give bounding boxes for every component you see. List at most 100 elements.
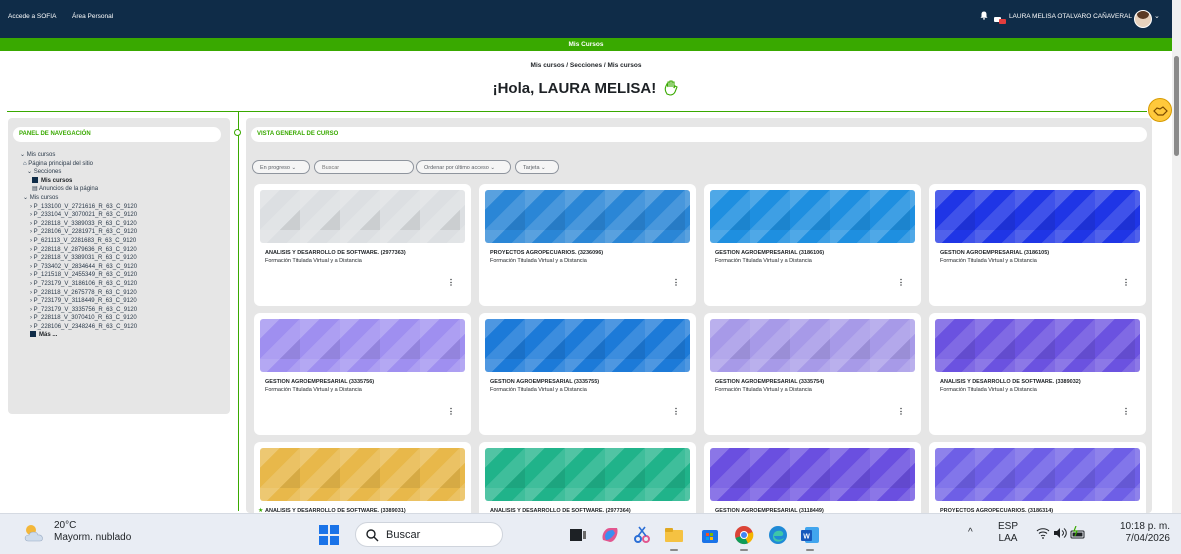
nav-course-item[interactable]: › P_621113_V_2281683_R_63_C_9120 [20,237,137,246]
course-menu-icon[interactable]: ⋮ [1122,278,1130,287]
nav-course-item[interactable]: › P_723179_V_3335756_R_63_C_9120 [20,306,137,315]
course-title[interactable]: ANALISIS Y DESARROLLO DE SOFTWARE. (3389… [940,379,1081,385]
course-title[interactable]: ANALISIS Y DESARROLLO DE SOFTWARE. (2977… [265,250,406,256]
weather-widget[interactable]: 20°C Mayorm. nublado [54,520,131,544]
nav-course-label: P_723179_V_3335756_R_63_C_9120 [33,306,138,313]
course-menu-icon[interactable]: ⋮ [672,278,680,287]
wifi-icon[interactable] [1036,527,1050,539]
breadcrumb[interactable]: Mis cursos / Secciones / Mis cursos [0,62,1172,69]
clock[interactable]: 10:18 p. m. 7/04/2026 [1108,521,1170,545]
nav-course-item[interactable]: › P_228118_V_3389031_R_63_C_9120 [20,254,137,263]
chat-icon[interactable] [994,12,1006,24]
course-image[interactable] [710,319,915,372]
course-image[interactable] [260,448,465,501]
course-menu-icon[interactable]: ⋮ [447,407,455,416]
nav-course-item[interactable]: › P_228118_V_2879636_R_63_C_9120 [20,246,137,255]
nav-course-item[interactable]: › P_723179_V_3118449_R_63_C_9120 [20,297,137,306]
search-input-wrapper[interactable] [314,160,414,174]
course-image[interactable] [710,448,915,501]
edge-icon[interactable] [768,525,788,545]
course-image[interactable] [485,319,690,372]
search-input[interactable] [322,165,407,171]
taskbar-search[interactable]: Buscar [355,522,503,547]
course-card[interactable]: ANALISIS Y DESARROLLO DE SOFTWARE. (3389… [929,313,1146,435]
course-title[interactable]: GESTION AGROEMPRESARIAL (3335754) [715,379,824,385]
course-menu-icon[interactable]: ⋮ [897,407,905,416]
course-card[interactable]: ANALISIS Y DESARROLLO DE SOFTWARE. (2977… [479,442,696,513]
windows-start-icon[interactable] [319,525,339,545]
nav-course-item[interactable]: › P_121518_V_2455349_R_63_C_9120 [20,271,137,280]
nav-announcements[interactable]: ▤ Anuncios de la página [20,185,137,194]
course-image[interactable] [260,190,465,243]
course-image[interactable] [935,190,1140,243]
course-image[interactable] [485,190,690,243]
course-card[interactable]: ANALISIS Y DESARROLLO DE SOFTWARE. (2977… [254,184,471,306]
divider [7,111,1147,112]
help-button[interactable] [1148,98,1172,122]
scrollbar[interactable] [1172,0,1181,513]
nav-root[interactable]: ⌄ Mis cursos [20,151,137,160]
nav-sections[interactable]: ⌄ Secciones [20,168,137,177]
nav-course-item[interactable]: › P_733402_V_2834644_R_63_C_9120 [20,263,137,272]
language-code: ESP [998,521,1019,532]
scrollbar-thumb[interactable] [1174,56,1179,156]
course-title[interactable]: GESTION AGROEMPRESARIAL (3335755) [490,379,599,385]
battery-icon[interactable] [1070,526,1086,540]
word-icon[interactable]: W [800,525,820,545]
nav-course-item[interactable]: › P_228106_V_2281971_R_63_C_9120 [20,228,137,237]
nav-courses-group[interactable]: ⌄ Mis cursos [20,194,137,203]
bell-icon[interactable] [980,11,988,22]
course-title[interactable]: GESTION AGROEMPRESARIAL (3186105) [940,250,1049,256]
nav-course-item[interactable]: › P_228118_V_3070410_R_63_C_9120 [20,314,137,323]
progress-filter-dropdown[interactable]: En progreso ⌄ [252,160,310,174]
course-title[interactable]: GESTION AGROEMPRESARIAL (3335756) [265,379,374,385]
course-title[interactable]: PROYECTOS AGROPECUARIOS. (3236096) [490,250,603,256]
course-card[interactable]: GESTION AGROEMPRESARIAL (3335756) Formaci… [254,313,471,435]
user-name[interactable]: LAURA MELISA OTALVARO CAÑAVERAL [1009,13,1132,20]
course-card[interactable]: GESTION AGROEMPRESARIAL (3186105) Formaci… [929,184,1146,306]
course-card[interactable]: GESTION AGROEMPRESARIAL (3186106) Formaci… [704,184,921,306]
copilot-icon[interactable] [600,525,620,545]
course-image[interactable] [710,190,915,243]
course-image[interactable] [260,319,465,372]
sort-dropdown[interactable]: Ordenar por último acceso ⌄ [416,160,511,174]
sofia-link[interactable]: Accede a SOFIA [8,13,56,20]
course-card[interactable]: ★ ANALISIS Y DESARROLLO DE SOFTWARE. (33… [254,442,471,513]
course-card[interactable]: GESTION AGROEMPRESARIAL (3335754) Formaci… [704,313,921,435]
nav-course-item[interactable]: › P_133100_V_2721616_R_63_C_9120 [20,203,137,212]
volume-icon[interactable] [1053,527,1067,539]
course-image[interactable] [935,319,1140,372]
file-explorer-icon[interactable] [664,525,684,545]
task-view-icon[interactable] [568,525,588,545]
nav-more[interactable]: Más ... [20,331,137,340]
nav-my-courses[interactable]: Mis cursos [20,176,137,186]
handshake-icon [1153,106,1168,116]
course-menu-icon[interactable]: ⋮ [897,278,905,287]
course-card[interactable]: PROYECTOS AGROPECUARIOS. (3186314)⋮ [929,442,1146,513]
nav-course-item[interactable]: › P_723179_V_3186106_R_63_C_9120 [20,280,137,289]
course-title[interactable]: GESTION AGROEMPRESARIAL (3186106) [715,250,824,256]
personal-area-link[interactable]: Área Personal [72,13,113,20]
nav-course-item[interactable]: › P_228118_V_2675778_R_63_C_9120 [20,289,137,298]
user-menu-caret-icon[interactable]: ⌄ [1154,12,1160,20]
nav-course-item[interactable]: › P_233104_V_3070021_R_63_C_9120 [20,211,137,220]
avatar[interactable] [1134,10,1152,28]
course-card[interactable]: GESTION AGROEMPRESARIAL (3118449)⋮ [704,442,921,513]
course-card[interactable]: PROYECTOS AGROPECUARIOS. (3236096) Formac… [479,184,696,306]
course-menu-icon[interactable]: ⋮ [672,407,680,416]
course-menu-icon[interactable]: ⋮ [447,278,455,287]
language-indicator[interactable]: ESP LAA [998,521,1018,545]
course-image[interactable] [485,448,690,501]
nav-course-item[interactable]: › P_228106_V_2348246_R_63_C_9120 [20,323,137,332]
chrome-icon[interactable] [734,525,754,545]
show-hidden-icons-icon[interactable]: ^ [968,527,973,539]
course-card[interactable]: GESTION AGROEMPRESARIAL (3335755) Formaci… [479,313,696,435]
nav-course-item[interactable]: › P_228118_V_3389033_R_63_C_9120 [20,220,137,229]
course-menu-icon[interactable]: ⋮ [1122,407,1130,416]
snipping-tool-icon[interactable] [632,525,652,545]
view-dropdown[interactable]: Tarjeta ⌄ [515,160,559,174]
nav-home[interactable]: ⌂ Página principal del sitio [20,160,137,169]
course-image[interactable] [935,448,1140,501]
store-icon[interactable] [700,525,720,545]
navigation-panel: PANEL DE NAVEGACIÓN ⌄ Mis cursos ⌂ Págin… [8,118,230,414]
